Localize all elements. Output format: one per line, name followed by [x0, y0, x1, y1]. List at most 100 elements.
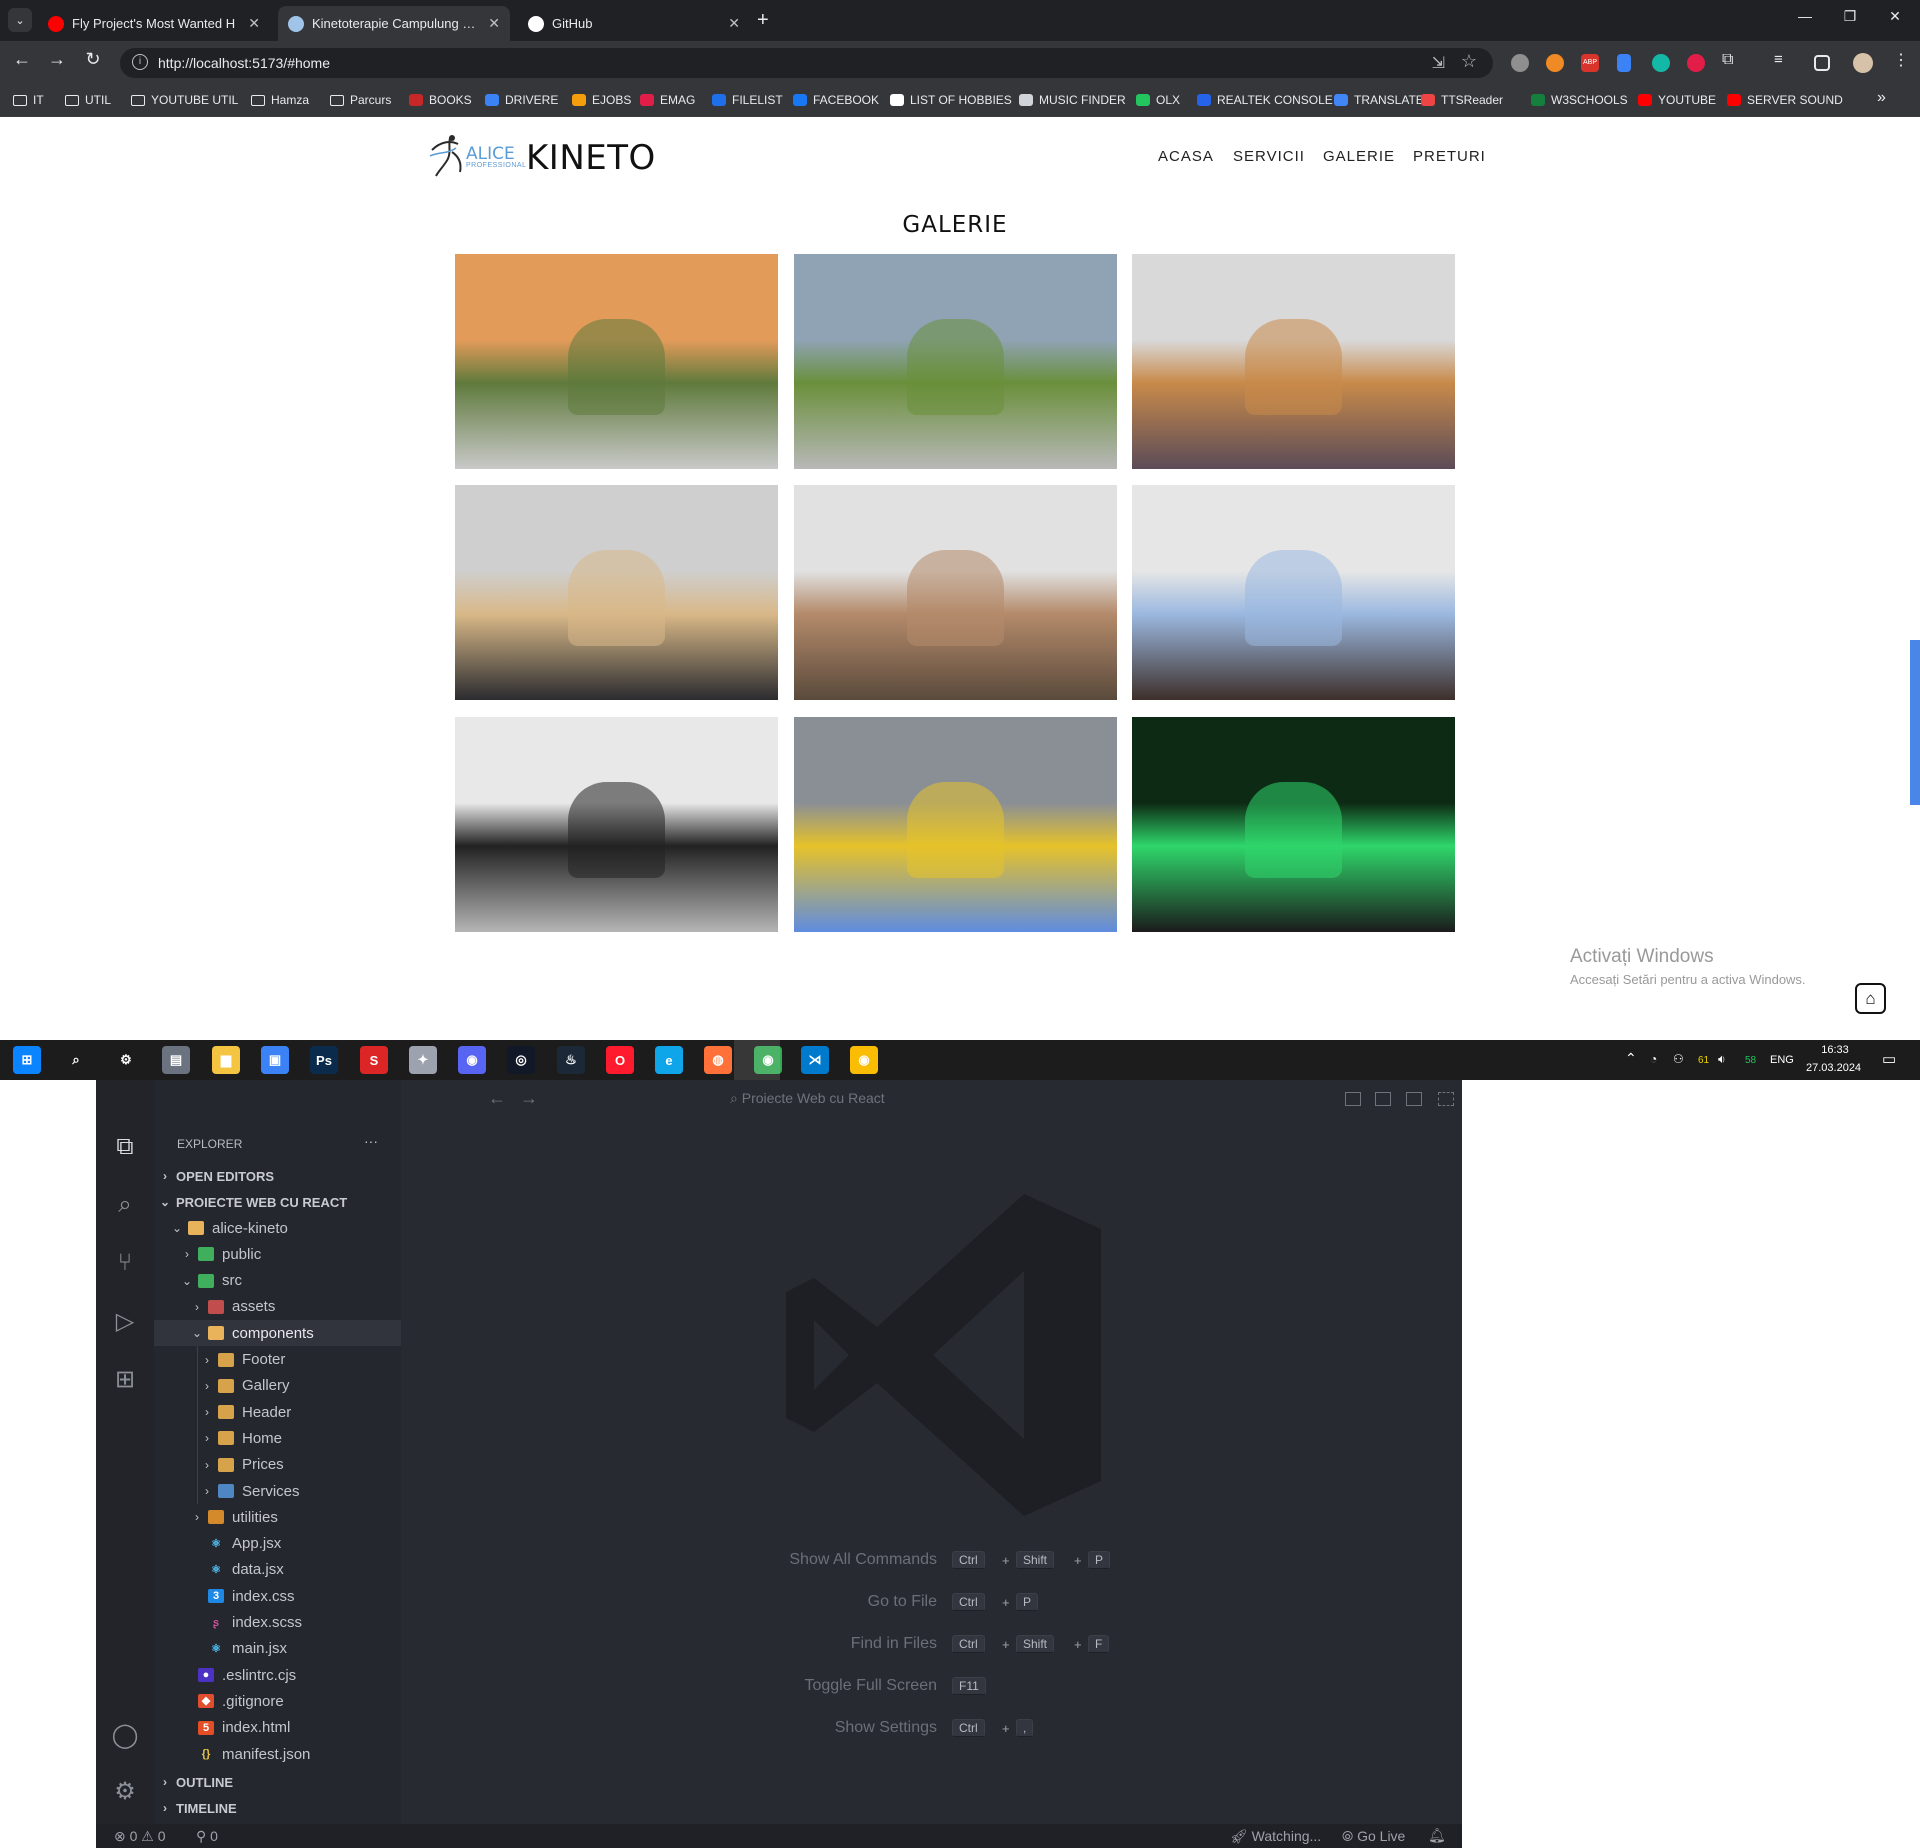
bookmark-item[interactable]: IT — [13, 93, 44, 107]
browser-tab[interactable]: GitHub ✕ — [518, 6, 750, 41]
settings-icon[interactable]: ⚙ — [112, 1046, 140, 1074]
bookmark-item[interactable]: OLX — [1136, 93, 1180, 107]
browser-tab[interactable]: Kinetoterapie Campulung Musc ✕ — [278, 6, 510, 41]
toggle-secondary-sidebar-icon[interactable] — [1406, 1092, 1422, 1106]
app-red-icon[interactable]: S — [360, 1046, 388, 1074]
search-icon[interactable]: ⌕ — [62, 1046, 90, 1074]
tray-app-icon[interactable]: ⚇ — [1673, 1052, 1684, 1066]
edge-icon[interactable]: e — [655, 1046, 683, 1074]
section-project[interactable]: ⌄ PROIECTE WEB CU REACT — [158, 1189, 347, 1215]
shortcut-label[interactable]: Toggle Full Screen — [637, 1677, 937, 1695]
tray-value-1[interactable]: 61 — [1698, 1055, 1709, 1066]
bookmark-item[interactable]: FACEBOOK — [793, 93, 879, 107]
tab-close-icon[interactable]: ✕ — [248, 15, 260, 32]
nav-link-preturi[interactable]: PRETURI — [1413, 148, 1486, 165]
explorer-tree-item[interactable]: {} manifest.json — [154, 1741, 401, 1767]
accounts-icon[interactable]: ◯ — [108, 1718, 142, 1752]
explorer-tree-item[interactable]: ● .eslintrc.cjs — [154, 1662, 401, 1688]
scroll-home-button[interactable]: ⌂ — [1855, 983, 1886, 1014]
steam-icon[interactable]: ♨ — [557, 1046, 585, 1074]
bookmark-item[interactable]: LIST OF HOBBIES — [890, 93, 1012, 107]
explorer-tree-item[interactable]: ⚛ data.jsx — [154, 1557, 401, 1583]
language-indicator[interactable]: ENG — [1770, 1054, 1794, 1066]
nav-back-arrow-icon[interactable]: ← — [488, 1088, 506, 1109]
browser-tab[interactable]: Fly Project's Most Wanted H ✕ — [38, 6, 270, 41]
status-go-live[interactable]: ⦾ Go Live — [1342, 1828, 1405, 1845]
tab-close-icon[interactable]: ✕ — [488, 15, 500, 32]
shortcut-label[interactable]: Find in Files — [637, 1635, 937, 1653]
section-timeline[interactable]: › TIMELINE — [158, 1795, 237, 1821]
gallery-photo[interactable] — [794, 717, 1117, 932]
nav-link-servicii[interactable]: SERVICII — [1233, 148, 1305, 165]
customize-layout-icon[interactable] — [1438, 1092, 1454, 1106]
explorer-tree-item[interactable]: ʂ index.scss — [154, 1610, 401, 1636]
bookmark-star-icon[interactable]: ☆ — [1461, 51, 1477, 72]
minimize-button[interactable]: — — [1785, 8, 1825, 24]
explorer-tree-item[interactable]: › assets — [154, 1294, 401, 1320]
media-control-icon[interactable]: ≡ — [1774, 51, 1792, 69]
gallery-photo[interactable] — [794, 254, 1117, 469]
clock-time[interactable]: 16:33 — [1820, 1044, 1850, 1056]
explorer-tree-item[interactable]: › public — [154, 1241, 401, 1267]
profile-avatar[interactable] — [1853, 53, 1873, 73]
status-ports[interactable]: ⚲ 0 — [196, 1828, 218, 1845]
gallery-photo[interactable] — [1132, 485, 1455, 700]
command-center[interactable]: ⌕ Proiecte Web cu React — [730, 1090, 885, 1107]
file-explorer-icon[interactable]: ▆ — [212, 1046, 240, 1074]
status-bell-icon[interactable]: 🔔︎ — [1428, 1827, 1446, 1844]
settings-gear-icon[interactable]: ⚙ — [108, 1774, 142, 1808]
bookmark-item[interactable]: TTSReader — [1421, 93, 1503, 107]
gallery-photo[interactable] — [1132, 717, 1455, 932]
section-open-editors[interactable]: › OPEN EDITORS — [158, 1163, 274, 1189]
extension-icon-1[interactable] — [1511, 54, 1529, 72]
network-icon[interactable]: ◔ — [1650, 1052, 1657, 1066]
close-window-button[interactable]: ✕ — [1875, 8, 1915, 25]
bookmark-item[interactable]: EJOBS — [572, 93, 631, 107]
bookmark-item[interactable]: YOUTUBE — [1638, 93, 1716, 107]
side-panel-icon[interactable] — [1814, 55, 1830, 71]
explorer-tree-item[interactable]: › Home — [154, 1425, 401, 1451]
page-scrollbar-thumb[interactable] — [1910, 640, 1920, 805]
extension-icon-2[interactable] — [1546, 54, 1564, 72]
tray-value-2[interactable]: 58 — [1745, 1055, 1756, 1066]
explorer-tree-item[interactable]: › utilities — [154, 1504, 401, 1530]
explorer-tree-item[interactable]: ⌄ alice-kineto — [154, 1215, 401, 1241]
bookmark-item[interactable]: W3SCHOOLS — [1531, 93, 1628, 107]
bookmark-item[interactable]: MUSIC FINDER — [1019, 93, 1126, 107]
extensions-puzzle-icon[interactable]: ⧉ — [1722, 51, 1740, 69]
new-tab-button[interactable]: + — [757, 9, 769, 32]
search-icon[interactable]: ⌕ — [108, 1188, 142, 1222]
explorer-tree-item[interactable]: ⌄ components — [154, 1320, 401, 1347]
tab-close-icon[interactable]: ✕ — [728, 15, 740, 32]
bookmark-item[interactable]: REALTEK CONSOLE — [1197, 93, 1333, 107]
shortcut-label[interactable]: Show Settings — [637, 1719, 937, 1737]
explorer-tree-item[interactable]: › Gallery — [154, 1373, 401, 1399]
more-bookmarks-button[interactable]: » — [1877, 89, 1886, 107]
extension-icon-5[interactable] — [1652, 54, 1670, 72]
bookmark-item[interactable]: FILELIST — [712, 93, 783, 107]
extensions-icon[interactable]: ⊞ — [108, 1362, 142, 1396]
explorer-icon[interactable]: ⧉ — [108, 1130, 142, 1164]
menu-kebab-icon[interactable]: ⋮ — [1893, 50, 1911, 69]
section-outline[interactable]: › OUTLINE — [158, 1769, 233, 1795]
explorer-tree-item[interactable]: 5 index.html — [154, 1715, 401, 1741]
windows-start-icon[interactable]: ⊞ — [13, 1046, 41, 1074]
address-bar[interactable]: i http://localhost:5173/#home ⇲ ☆ — [120, 48, 1493, 78]
app-icon-2[interactable]: ✦ — [409, 1046, 437, 1074]
bookmark-item[interactable]: SERVER SOUND — [1727, 93, 1843, 107]
obs-icon[interactable]: ◎ — [507, 1046, 535, 1074]
nav-forward-arrow-icon[interactable]: → — [520, 1088, 538, 1109]
adblock-icon[interactable]: ABP — [1581, 54, 1599, 72]
volume-icon[interactable]: 🔉︎ — [1718, 1052, 1726, 1067]
app-icon[interactable]: ▣ — [261, 1046, 289, 1074]
explorer-tree-item[interactable]: ⌄ src — [154, 1268, 401, 1294]
explorer-tree-item[interactable]: ⚛ App.jsx — [154, 1531, 401, 1557]
source-control-icon[interactable]: ⑂ — [108, 1246, 142, 1280]
extension-icon-4[interactable] — [1617, 54, 1631, 72]
bookmark-item[interactable]: Parcurs — [330, 93, 391, 107]
chrome-icon-2[interactable]: ◉ — [850, 1046, 878, 1074]
bookmark-item[interactable]: UTIL — [65, 93, 111, 107]
explorer-tree-item[interactable]: › Footer — [154, 1347, 401, 1373]
status-watching[interactable]: 🚀︎ Watching... — [1230, 1828, 1321, 1845]
run-debug-icon[interactable]: ▷ — [108, 1304, 142, 1338]
